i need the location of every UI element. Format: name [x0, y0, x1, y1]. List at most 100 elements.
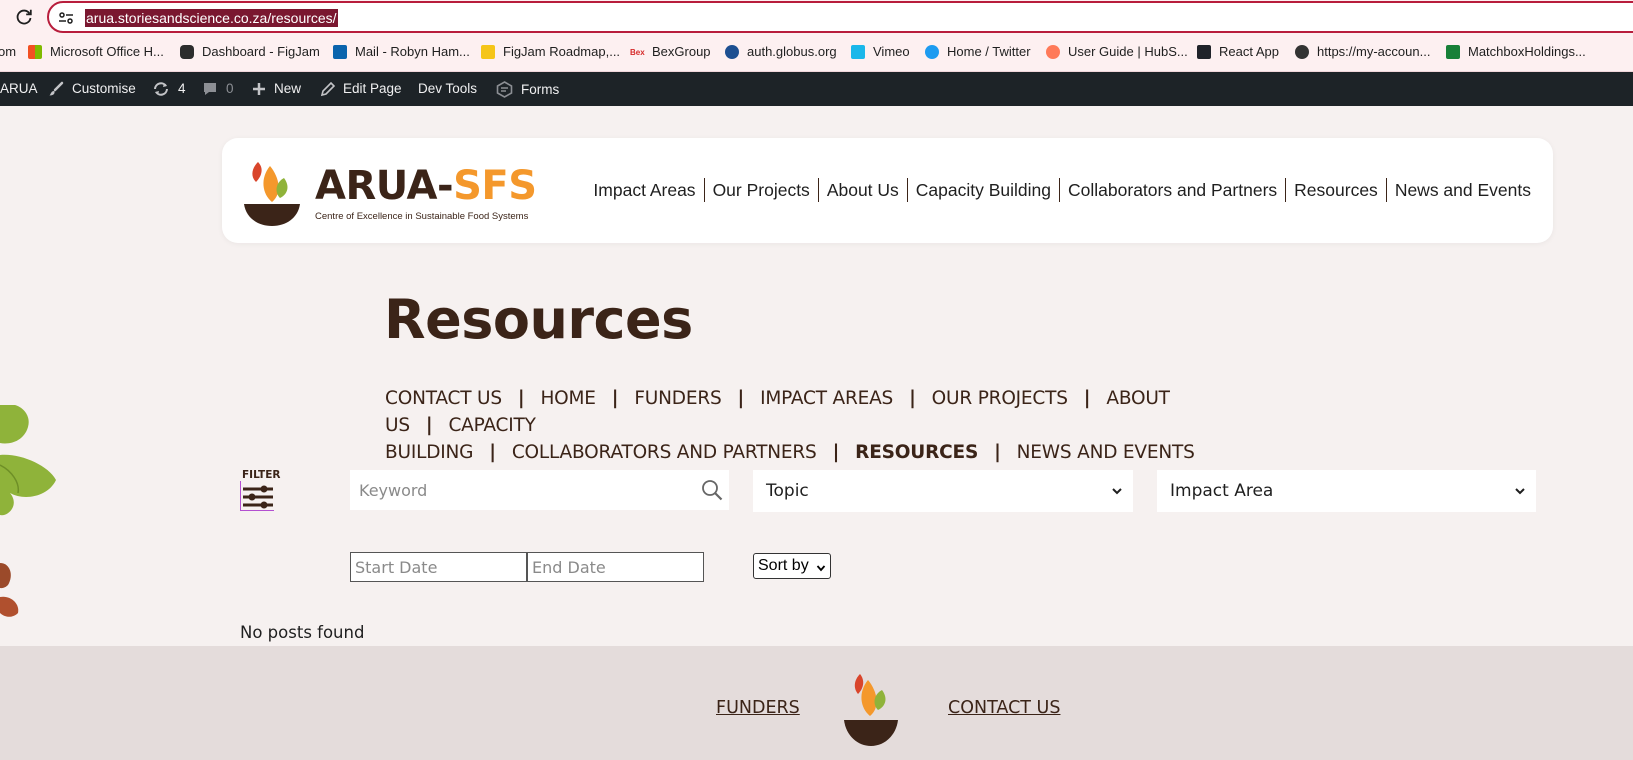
bookmark-item[interactable]: React App — [1197, 44, 1279, 60]
nav-our-projects[interactable]: Our Projects — [703, 178, 818, 202]
logo-wordmark: ARUA-SFS — [315, 164, 537, 208]
site-logo[interactable]: ARUA-SFS Centre of Excellence in Sustain… — [240, 156, 537, 228]
impact-area-select[interactable]: Impact Area — [1157, 470, 1536, 512]
react-icon — [1197, 45, 1211, 59]
bookmark-item[interactable]: User Guide | HubS... — [1046, 44, 1188, 60]
bookmark-item[interactable]: FigJam Roadmap,... — [481, 44, 620, 60]
bookmark-label: FigJam Roadmap,... — [503, 44, 621, 59]
admin-site-label: ARUA — [0, 81, 38, 96]
admin-new-link[interactable]: New — [252, 81, 301, 97]
bookmark-item[interactable]: MatchboxHoldings... — [1446, 44, 1586, 60]
subnav-news-and-events[interactable]: News and Events — [1017, 442, 1195, 463]
admin-comments-count: 0 — [226, 81, 234, 96]
subnav-separator: | — [517, 388, 525, 409]
bookmark-item[interactable]: auth.globus.org — [725, 44, 837, 60]
subnav-building[interactable]: Building — [385, 442, 473, 463]
admin-comments-link[interactable]: 0 — [202, 81, 234, 97]
bookmark-label: User Guide | HubS... — [1068, 44, 1188, 59]
subnav-funders[interactable]: Funders — [634, 388, 721, 409]
site-header: ARUA-SFS Centre of Excellence in Sustain… — [222, 138, 1553, 243]
end-date-input[interactable] — [527, 552, 704, 582]
reload-icon[interactable] — [14, 7, 34, 27]
site-footer: FUNDERS CONTACT US — [0, 646, 1633, 760]
nav-about-us[interactable]: About Us — [817, 178, 907, 202]
bookmark-label: Home / Twitter — [947, 44, 1031, 59]
subnav-separator: | — [1083, 388, 1091, 409]
logo-sfs-text: SFS — [453, 163, 537, 209]
footer-funders-link[interactable]: FUNDERS — [716, 698, 800, 718]
footer-logo-icon[interactable] — [842, 672, 900, 748]
search-icon[interactable] — [701, 479, 723, 501]
subnav-contact-us[interactable]: Contact Us — [385, 388, 502, 409]
bookmark-item[interactable]: Dashboard - FigJam — [180, 44, 320, 60]
bookmark-item[interactable]: Home / Twitter — [925, 44, 1031, 60]
subnav-impact-areas[interactable]: Impact Areas — [760, 388, 893, 409]
topic-select[interactable]: Topic — [753, 470, 1133, 512]
admin-dev-tools-link[interactable]: Dev Tools — [418, 81, 477, 97]
nav-news-and-events[interactable]: News and Events — [1385, 178, 1539, 202]
start-date-input[interactable] — [350, 552, 527, 582]
bookmark-label: Microsoft Office H... — [50, 44, 164, 59]
bookmark-item[interactable]: Microsoft Office H... — [28, 44, 164, 60]
nav-collaborators-and-partners[interactable]: Collaborators and Partners — [1059, 178, 1285, 202]
bookmark-label: https://my-accoun... — [1317, 44, 1431, 59]
impact-area-select-value: Impact Area — [1170, 481, 1274, 501]
bookmark-label: om — [0, 44, 17, 59]
vimeo-icon — [851, 45, 865, 59]
logo-arua-text: ARUA- — [315, 163, 454, 209]
subnav-capacity[interactable]: Capacity — [448, 415, 535, 436]
google-sheets-icon — [1446, 45, 1460, 59]
arua-bowl-logo-icon — [244, 162, 300, 226]
nav-capacity-building[interactable]: Capacity Building — [906, 178, 1059, 202]
subnav-separator: | — [994, 442, 1001, 463]
subnav-collaborators-and-partners[interactable]: Collaborators and Partners — [512, 442, 817, 463]
filter-label: FILTER — [242, 469, 281, 481]
admin-forms-link[interactable]: Forms — [496, 81, 559, 98]
bookmark-label: React App — [1219, 44, 1279, 59]
admin-forms-label: Forms — [521, 81, 560, 97]
chevron-down-icon — [1515, 488, 1525, 495]
pencil-icon — [320, 81, 335, 96]
admin-edit-page-label: Edit Page — [343, 81, 402, 96]
sliders-icon — [243, 485, 273, 509]
bookmark-item[interactable]: Bex BexGroup — [630, 44, 711, 60]
keyword-search-input[interactable] — [350, 470, 729, 510]
globus-icon — [725, 45, 739, 59]
subnav-separator: | — [611, 388, 619, 409]
nav-impact-areas[interactable]: Impact Areas — [585, 178, 703, 202]
bookmark-item[interactable]: Mail - Robyn Ham... — [333, 44, 470, 60]
bookmark-label: Dashboard - FigJam — [202, 44, 320, 59]
subnav-separator: | — [832, 442, 840, 463]
chevron-down-icon — [816, 565, 826, 572]
bookmark-item[interactable]: om — [0, 44, 16, 60]
subnav-resources[interactable]: Resources — [855, 442, 978, 463]
footer-contact-link[interactable]: CONTACT US — [948, 698, 1060, 718]
figjam-icon — [180, 45, 194, 59]
twitter-icon — [925, 45, 939, 59]
admin-updates-link[interactable]: 4 — [152, 81, 186, 97]
updates-icon — [154, 82, 168, 96]
site-settings-icon[interactable] — [57, 9, 75, 27]
admin-edit-page-link[interactable]: Edit Page — [320, 81, 402, 97]
subnav-separator: | — [909, 388, 916, 409]
admin-site-link[interactable]: ARUA — [0, 81, 38, 97]
wp-admin-bar: ARUA Customise 4 0 New Edit Page Dev Too… — [0, 72, 1633, 106]
bookmark-label: Mail - Robyn Ham... — [355, 44, 470, 59]
url-text[interactable]: arua.storiesandscience.co.za/resources/ — [85, 9, 338, 27]
bookmark-item[interactable]: https://my-accoun... — [1295, 44, 1430, 60]
microsoft-icon — [28, 45, 42, 59]
admin-customise-link[interactable]: Customise — [48, 81, 136, 97]
figjam-roadmap-icon — [481, 45, 495, 59]
bexgroup-icon: Bex — [630, 48, 645, 57]
plus-icon — [253, 83, 265, 95]
chevron-down-icon — [1112, 488, 1122, 495]
subnav-our-projects[interactable]: Our Projects — [932, 388, 1068, 409]
admin-customise-label: Customise — [72, 81, 136, 96]
sort-by-value: Sort by — [758, 557, 809, 574]
sort-by-select[interactable]: Sort by — [753, 553, 831, 579]
nav-resources[interactable]: Resources — [1285, 178, 1386, 202]
address-bar[interactable]: arua.storiesandscience.co.za/resources/ — [47, 1, 1633, 33]
subnav-home[interactable]: Home — [540, 388, 596, 409]
subnav-separator: | — [737, 388, 745, 409]
bookmark-item[interactable]: Vimeo — [851, 44, 910, 60]
